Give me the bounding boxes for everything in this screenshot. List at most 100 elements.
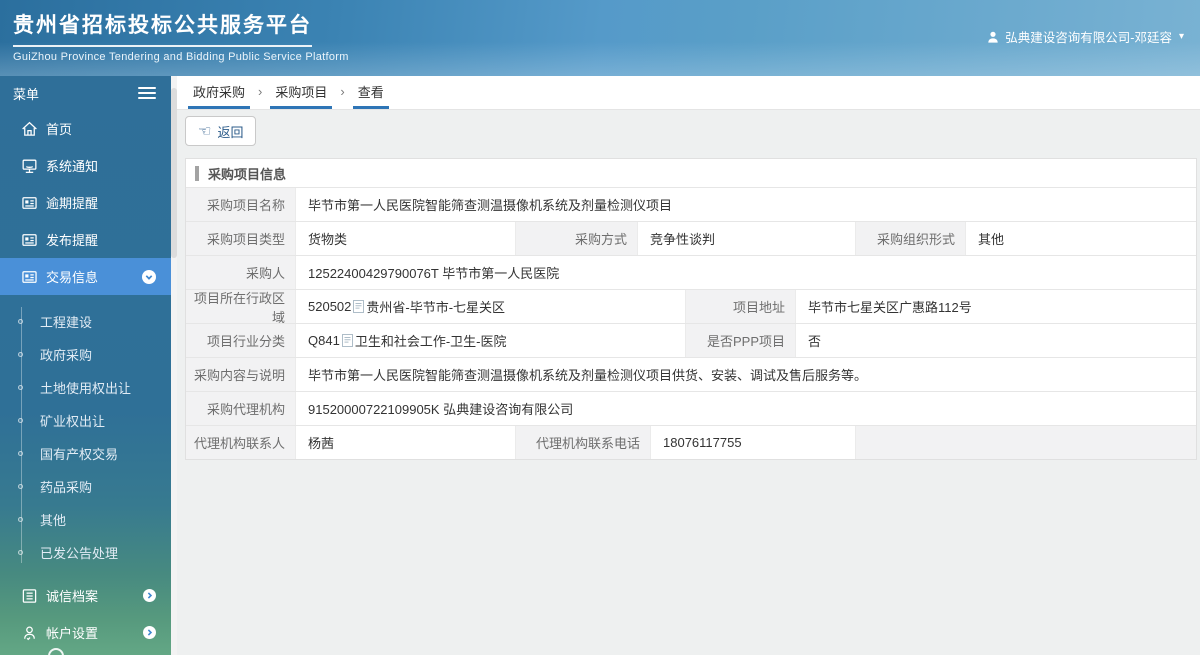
chevron-right-circle-icon xyxy=(143,589,156,602)
back-hand-icon: ☜ xyxy=(198,122,212,140)
project-info-panel: 采购项目信息 采购项目名称 毕节市第一人民医院智能筛查测温摄像机系统及剂量检测仪… xyxy=(185,158,1197,460)
breadcrumb-gov-procurement[interactable]: 政府采购 xyxy=(188,76,251,109)
sidebar-submenu: 工程建设 政府采购 土地使用权出让 矿业权出让 国有产权交易 药品采购 其他 已… xyxy=(0,295,171,577)
field-value-is-ppp: 否 xyxy=(796,324,1196,357)
submenu-item-engineering[interactable]: 工程建设 xyxy=(0,305,171,338)
table-row: 采购人 12522400429790076T 毕节市第一人民医院 xyxy=(186,255,1196,289)
field-value-region: 520502 贵州省-毕节市-七星关区 xyxy=(296,290,686,323)
bullet-icon xyxy=(18,450,23,456)
table-row: 代理机构联系人 杨茜 代理机构联系电话 18076117755 xyxy=(186,425,1196,459)
bullet-icon xyxy=(18,384,23,390)
empty-cell xyxy=(856,426,1196,459)
user-name: 弘典建设咨询有限公司-邓廷容 xyxy=(1005,31,1172,45)
submenu-item-land-use[interactable]: 土地使用权出让 xyxy=(0,371,171,404)
field-value-industry: Q841 卫生和社会工作-卫生-医院 xyxy=(296,324,686,357)
field-label: 采购代理机构 xyxy=(186,392,296,425)
sidebar-menu-header: 菜单 xyxy=(0,76,171,110)
caret-down-icon: ▾ xyxy=(1178,31,1184,42)
submenu-item-state-property[interactable]: 国有产权交易 xyxy=(0,437,171,470)
sidebar-item-label: 首页 xyxy=(46,122,73,137)
breadcrumb-separator: › xyxy=(340,83,345,99)
sidebar-item-account-settings[interactable]: 帐户设置 xyxy=(0,614,171,651)
table-row: 采购代理机构 91520000722109905K 弘典建设咨询有限公司 xyxy=(186,391,1196,425)
chevron-down-circle-icon xyxy=(142,269,156,284)
user-icon xyxy=(988,31,998,43)
document-icon xyxy=(341,334,353,347)
field-value-project-name: 毕节市第一人民医院智能筛查测温摄像机系统及剂量检测仪项目 xyxy=(296,188,1196,221)
card-icon xyxy=(22,196,37,209)
sidebar-item-label: 逾期提醒 xyxy=(46,196,99,211)
toolbar: ☜ 返回 xyxy=(177,110,1200,150)
app-title: 贵州省招标投标公共服务平台 xyxy=(13,9,312,47)
home-icon xyxy=(22,121,37,136)
sidebar-item-label: 系统通知 xyxy=(46,159,99,174)
sidebar-item-system-notice[interactable]: 系统通知 xyxy=(0,147,171,184)
field-label: 采购项目类型 xyxy=(186,222,296,255)
field-value-purchaser: 12522400429790076T 毕节市第一人民医院 xyxy=(296,256,1196,289)
breadcrumb: 政府采购 › 采购项目 › 查看 xyxy=(177,76,1200,110)
brand: 贵州省招标投标公共服务平台 GuiZhou Province Tendering… xyxy=(13,9,349,63)
field-label: 采购内容与说明 xyxy=(186,358,296,391)
sidebar-item-credit-archive[interactable]: 诚信档案 xyxy=(0,577,171,614)
field-value-procurement-method: 竞争性谈判 xyxy=(638,222,856,255)
field-label: 是否PPP项目 xyxy=(686,324,796,357)
submenu-item-other[interactable]: 其他 xyxy=(0,503,171,536)
submenu-item-drug-procurement[interactable]: 药品采购 xyxy=(0,470,171,503)
sidebar: 菜单 首页 系统通知 逾期提醒 发布提醒 交易信息 工程建设 政府采购 土地使用… xyxy=(0,76,171,655)
field-label: 采购项目名称 xyxy=(186,188,296,221)
bullet-icon xyxy=(18,351,23,357)
field-label: 采购方式 xyxy=(516,222,638,255)
table-row: 项目行业分类 Q841 卫生和社会工作-卫生-医院 是否PPP项目 否 xyxy=(186,323,1196,357)
submenu-item-gov-procurement[interactable]: 政府采购 xyxy=(0,338,171,371)
field-label: 代理机构联系电话 xyxy=(516,426,651,459)
sidebar-item-label: 发布提醒 xyxy=(46,233,99,248)
submenu-item-mining-rights[interactable]: 矿业权出让 xyxy=(0,404,171,437)
bullet-icon xyxy=(18,417,23,423)
menu-label: 菜单 xyxy=(13,86,40,102)
sidebar-item-overdue-reminder[interactable]: 逾期提醒 xyxy=(0,184,171,221)
sidebar-item-label: 交易信息 xyxy=(46,270,99,285)
app-subtitle: GuiZhou Province Tendering and Bidding P… xyxy=(13,51,349,63)
field-label: 项目所在行政区域 xyxy=(186,290,296,325)
chevron-right-circle-icon xyxy=(143,626,156,639)
card-icon xyxy=(22,270,37,283)
sidebar-item-label: 帐户设置 xyxy=(46,626,99,641)
document-icon xyxy=(353,300,365,313)
submenu-item-published-notices[interactable]: 已发公告处理 xyxy=(0,536,171,569)
bullet-icon xyxy=(18,516,23,522)
app-header: 贵州省招标投标公共服务平台 GuiZhou Province Tendering… xyxy=(0,0,1200,76)
sidebar-item-trade-info[interactable]: 交易信息 xyxy=(0,258,171,295)
field-value-org-form: 其他 xyxy=(966,222,1196,255)
monitor-icon xyxy=(22,159,37,173)
sidebar-item-publish-reminder[interactable]: 发布提醒 xyxy=(0,221,171,258)
bullet-icon xyxy=(18,318,23,324)
field-label: 代理机构联系人 xyxy=(186,426,296,459)
field-label: 项目行业分类 xyxy=(186,324,296,357)
field-value-content-desc: 毕节市第一人民医院智能筛查测温摄像机系统及剂量检测仪项目供货、安装、调试及售后服… xyxy=(296,358,1196,391)
sidebar-item-home[interactable]: 首页 xyxy=(0,110,171,147)
breadcrumb-procurement-project[interactable]: 采购项目 xyxy=(270,76,333,109)
table-row: 采购项目名称 毕节市第一人民医院智能筛查测温摄像机系统及剂量检测仪项目 xyxy=(186,187,1196,221)
table-row: 项目所在行政区域 520502 贵州省-毕节市-七星关区 项目地址 毕节市七星关… xyxy=(186,289,1196,325)
breadcrumb-view[interactable]: 查看 xyxy=(352,76,389,109)
breadcrumb-separator: › xyxy=(258,83,263,99)
bullet-icon xyxy=(18,483,23,489)
field-value-agency: 91520000722109905K 弘典建设咨询有限公司 xyxy=(296,392,1196,425)
back-button[interactable]: ☜ 返回 xyxy=(185,116,257,146)
field-value-agency-contact: 杨茜 xyxy=(296,426,516,459)
card-icon xyxy=(22,233,37,246)
hamburger-icon[interactable] xyxy=(138,87,156,99)
title-bar-icon xyxy=(195,165,199,181)
field-label: 采购人 xyxy=(186,256,296,289)
sidebar-item-label: 诚信档案 xyxy=(46,589,99,604)
field-label: 项目地址 xyxy=(686,290,796,323)
field-value-agency-phone: 18076117755 xyxy=(651,426,856,459)
user-menu[interactable]: 弘典建设咨询有限公司-邓廷容 ▾ xyxy=(986,27,1184,46)
field-value-project-type: 货物类 xyxy=(296,222,516,255)
main-content: 政府采购 › 采购项目 › 查看 ☜ 返回 采购项目信息 采购项目名称 毕节市第… xyxy=(177,76,1200,655)
table-row: 采购项目类型 货物类 采购方式 竞争性谈判 采购组织形式 其他 xyxy=(186,221,1196,255)
field-label: 采购组织形式 xyxy=(856,222,966,255)
bullet-icon xyxy=(18,549,23,555)
person-icon xyxy=(24,625,35,640)
list-icon xyxy=(22,588,37,603)
